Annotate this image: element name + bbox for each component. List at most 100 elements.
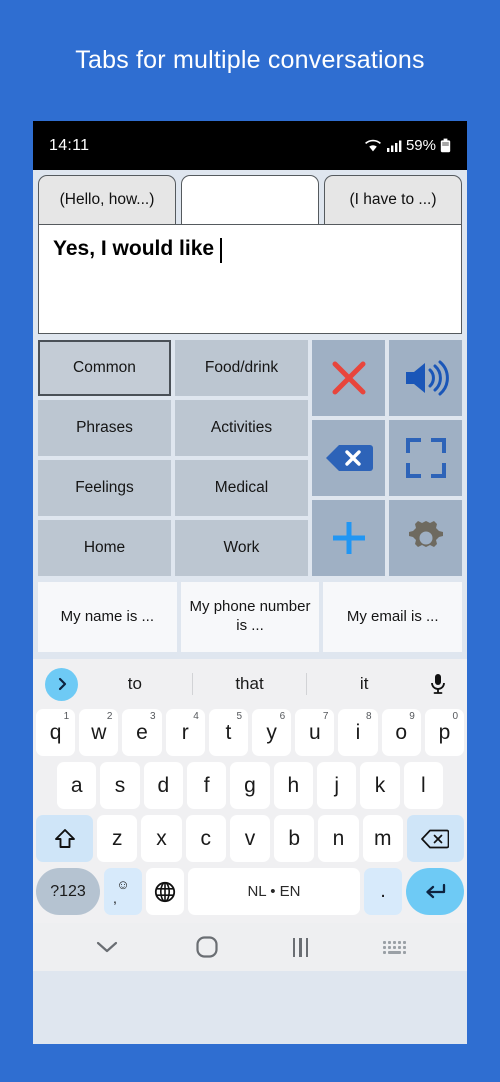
nav-dismiss-keyboard-button[interactable]: [382, 940, 406, 954]
nav-recents-button[interactable]: [292, 937, 309, 957]
tab-conversation-3[interactable]: (I have to ...): [324, 175, 462, 224]
fullscreen-button[interactable]: [389, 420, 462, 496]
suggestion-1[interactable]: to: [78, 674, 192, 694]
phrase-my-name[interactable]: My name is ...: [38, 582, 177, 652]
key-label: w: [91, 720, 107, 744]
speak-button[interactable]: [389, 340, 462, 416]
key-j[interactable]: j: [316, 762, 357, 809]
add-phrase-button[interactable]: [312, 500, 385, 576]
shift-icon: [54, 828, 75, 848]
category-work[interactable]: Work: [175, 520, 308, 576]
key-g[interactable]: g: [230, 762, 270, 809]
key-o[interactable]: 9o: [381, 709, 421, 756]
voice-input-button[interactable]: [421, 673, 455, 695]
key-enter[interactable]: [406, 868, 464, 915]
key-v[interactable]: v: [229, 815, 271, 862]
key-h[interactable]: h: [273, 762, 313, 809]
action-icon-grid: [312, 340, 462, 576]
clear-text-button[interactable]: [312, 340, 385, 416]
key-l[interactable]: l: [403, 762, 443, 809]
key-i[interactable]: 8i: [338, 709, 378, 756]
key-number: 9: [409, 711, 415, 722]
key-c[interactable]: c: [185, 815, 226, 862]
category-home[interactable]: Home: [38, 520, 171, 576]
key-w[interactable]: 2w: [79, 709, 119, 756]
tab-label: (I have to ...): [349, 191, 437, 208]
key-p[interactable]: 0p: [424, 709, 465, 756]
conversation-tabs: (Hello, how...) (I have to ...): [33, 170, 467, 224]
key-label: r: [181, 720, 189, 744]
key-label: f: [203, 773, 210, 797]
key-emoji-comma[interactable]: ☺ ,: [104, 868, 142, 915]
key-z[interactable]: z: [97, 815, 138, 862]
category-common[interactable]: Common: [38, 340, 171, 396]
key-label: n: [332, 826, 345, 850]
key-backspace[interactable]: [406, 815, 465, 862]
key-e[interactable]: 3e: [122, 709, 162, 756]
key-y[interactable]: 6y: [252, 709, 292, 756]
key-shift[interactable]: [35, 815, 94, 862]
delete-word-button[interactable]: [312, 420, 385, 496]
key-q[interactable]: 1q: [35, 709, 76, 756]
page-title: Tabs for multiple conversations: [75, 46, 425, 74]
key-a[interactable]: a: [57, 762, 97, 809]
key-symbols[interactable]: ?123: [36, 868, 100, 915]
key-label: p: [438, 720, 451, 744]
category-activities[interactable]: Activities: [175, 400, 308, 456]
key-t[interactable]: 5t: [208, 709, 248, 756]
key-number: 6: [279, 711, 286, 722]
text-caret: [220, 238, 222, 263]
key-d[interactable]: d: [143, 762, 183, 809]
suggestion-3[interactable]: it: [307, 674, 421, 694]
key-period[interactable]: .: [364, 868, 402, 915]
keyboard-row-4: ?123 ☺ , NL • EN .: [33, 868, 467, 915]
backspace-icon: [421, 829, 450, 848]
tab-conversation-2[interactable]: [181, 175, 319, 224]
category-label: Medical: [214, 479, 269, 496]
phrase-my-phone-number[interactable]: My phone number is ...: [180, 582, 320, 652]
category-feelings[interactable]: Feelings: [38, 460, 171, 516]
home-circle-icon: [195, 936, 218, 958]
key-label: v: [244, 826, 256, 850]
phrase-label: My name is ...: [60, 607, 155, 625]
tab-conversation-1[interactable]: (Hello, how...): [38, 175, 176, 224]
key-n[interactable]: n: [318, 815, 359, 862]
category-food-drink[interactable]: Food/drink: [175, 340, 308, 396]
key-k[interactable]: k: [360, 762, 400, 809]
settings-gear-icon: [408, 521, 443, 547]
category-label: Home: [83, 539, 126, 556]
key-b[interactable]: b: [274, 815, 315, 862]
key-label: t: [225, 720, 232, 744]
key-r[interactable]: 4r: [165, 709, 205, 756]
suggestion-bar: to that it: [33, 659, 467, 709]
message-textarea[interactable]: Yes, I would like: [38, 224, 462, 334]
key-label: e: [136, 720, 148, 744]
key-x[interactable]: x: [141, 815, 182, 862]
category-label: Food/drink: [204, 359, 279, 376]
key-label: i: [355, 720, 361, 744]
key-label: z: [112, 826, 123, 850]
comma-label: ,: [113, 890, 117, 906]
key-s[interactable]: s: [100, 762, 140, 809]
expand-suggestions-button[interactable]: [45, 667, 78, 701]
category-phrases[interactable]: Phrases: [38, 400, 171, 456]
chevron-down-icon: [97, 941, 118, 953]
phrase-my-email[interactable]: My email is ...: [323, 582, 463, 652]
chevron-right-icon: [58, 677, 66, 691]
category-medical[interactable]: Medical: [175, 460, 308, 516]
tab-label: (Hello, how...): [59, 191, 155, 208]
status-time: 14:11: [49, 136, 90, 154]
key-label: m: [374, 826, 392, 850]
key-space[interactable]: NL • EN: [188, 868, 360, 915]
key-language-switch[interactable]: [146, 868, 184, 915]
settings-button[interactable]: [389, 500, 462, 576]
nav-back-button[interactable]: [94, 938, 120, 956]
key-f[interactable]: f: [187, 762, 227, 809]
add-plus-icon: [332, 522, 365, 554]
nav-home-button[interactable]: [195, 935, 219, 959]
key-label: o: [395, 720, 408, 744]
key-u[interactable]: 7u: [295, 709, 335, 756]
key-label: b: [288, 826, 301, 850]
suggestion-2[interactable]: that: [193, 674, 307, 694]
key-m[interactable]: m: [362, 815, 403, 862]
